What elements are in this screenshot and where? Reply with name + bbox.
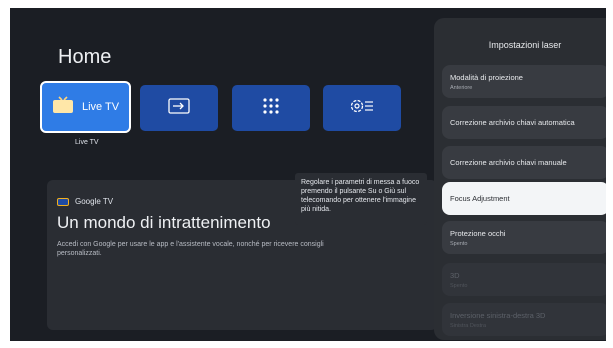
google-tv-logo-icon bbox=[57, 197, 69, 206]
panel-title: Impostazioni laser bbox=[488, 40, 562, 50]
google-tv-brand: Google TV bbox=[75, 197, 114, 206]
menu-item-label: Modalità di proiezione bbox=[450, 73, 523, 82]
menu-item-focus-adjustment[interactable]: Focus Adjustment bbox=[442, 182, 606, 215]
focus-adjustment-tooltip: Regolare i parametri di messa a fuoco pr… bbox=[295, 173, 427, 225]
menu-item-value: Sinistra Destra bbox=[450, 323, 487, 329]
card-body: Accedi con Google per usare le app e l'a… bbox=[57, 241, 324, 257]
menu-item-value: Anteriore bbox=[450, 85, 473, 91]
menu-item-label: Correzione archivio chiavi manuale bbox=[450, 158, 567, 167]
live-tv-icon bbox=[52, 95, 74, 119]
apps-tile[interactable] bbox=[232, 85, 310, 131]
menu-item-manual-keystone[interactable]: Correzione archivio chiavi manuale bbox=[442, 146, 606, 179]
menu-item-3d-lr-inversion: Inversione sinistra-destra 3D Sinistra D… bbox=[442, 303, 606, 336]
apps-grid-icon bbox=[262, 97, 280, 120]
menu-item-value: Spento bbox=[450, 241, 468, 247]
input-source-icon bbox=[168, 97, 190, 119]
live-tv-tile[interactable]: Live TV bbox=[40, 81, 131, 133]
tv-screen: Home Live TV Live TV Google TV Un mondo … bbox=[10, 8, 606, 341]
menu-item-eye-protection[interactable]: Protezione occhi Spento bbox=[442, 221, 606, 254]
menu-item-label: Protezione occhi bbox=[450, 229, 506, 238]
live-tv-tile-label: Live TV bbox=[82, 101, 120, 113]
menu-item-auto-keystone[interactable]: Correzione archivio chiavi automatica bbox=[442, 106, 606, 139]
settings-icon bbox=[349, 97, 375, 120]
card-heading: Un mondo di intrattenimento bbox=[57, 213, 271, 232]
menu-item-label: Correzione archivio chiavi automatica bbox=[450, 118, 575, 127]
menu-item-label: Focus Adjustment bbox=[450, 194, 510, 203]
menu-item-projection-mode[interactable]: Modalità di proiezione Anteriore bbox=[442, 65, 606, 98]
settings-tile[interactable] bbox=[323, 85, 401, 131]
menu-item-label: 3D bbox=[450, 271, 460, 280]
focused-tile-caption: Live TV bbox=[75, 139, 99, 146]
page-title: Home bbox=[58, 46, 112, 68]
menu-item-3d: 3D Spento bbox=[442, 263, 606, 296]
input-source-tile[interactable] bbox=[140, 85, 218, 131]
menu-item-value: Spento bbox=[450, 283, 468, 289]
menu-item-label: Inversione sinistra-destra 3D bbox=[450, 311, 546, 320]
laser-settings-panel: Impostazioni laser Modalità di proiezion… bbox=[434, 18, 606, 340]
